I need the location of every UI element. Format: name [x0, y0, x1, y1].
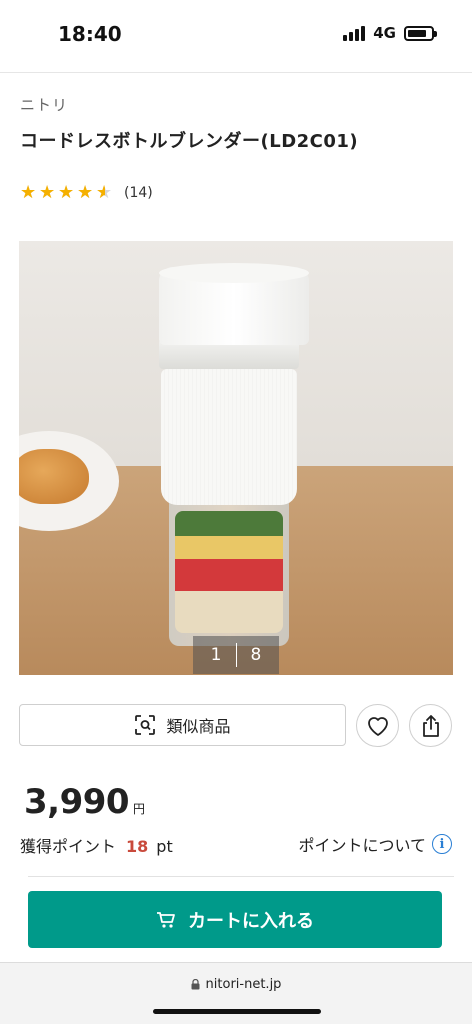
- browser-address-bar[interactable]: nitori-net.jp: [0, 962, 472, 1024]
- cart-icon: [157, 911, 175, 928]
- info-icon: i: [432, 834, 452, 854]
- points-label: 獲得ポイント: [20, 837, 117, 856]
- home-indicator[interactable]: [153, 1009, 321, 1014]
- points-unit: pt: [156, 837, 173, 856]
- network-label: 4G: [373, 24, 396, 42]
- points-about-link[interactable]: ポイントについて i: [298, 832, 452, 856]
- status-indicators: 4G: [343, 24, 437, 42]
- pager-current: 1: [210, 645, 222, 665]
- star-icon: ★ ★: [77, 182, 94, 203]
- image-bottle-body: [161, 369, 297, 505]
- price-value: 3,990: [24, 782, 130, 822]
- similar-products-button[interactable]: 類似商品: [19, 704, 346, 746]
- status-bar: 18:40 4G: [0, 0, 472, 72]
- points-value: 18: [126, 837, 149, 856]
- product-image[interactable]: 1 8: [19, 241, 453, 675]
- star-icon: ★ ★: [39, 182, 56, 203]
- heart-icon: [367, 716, 388, 736]
- rating-stars: ★ ★ ★ ★ ★ ★ ★ ★ ★ ★: [20, 184, 114, 202]
- points-about-label: ポイントについて: [298, 836, 426, 855]
- image-bottle-lid-top: [159, 263, 309, 283]
- battery-icon: [404, 25, 437, 41]
- image-pager: 1 8: [193, 636, 279, 674]
- price-unit: 円: [133, 802, 146, 816]
- header-divider: [0, 72, 472, 73]
- share-icon: [422, 714, 439, 737]
- product-rating[interactable]: ★ ★ ★ ★ ★ ★ ★ ★ ★ ★ (14): [20, 184, 153, 202]
- product-title: コードレスボトルブレンダー(LD2C01): [20, 131, 359, 152]
- image-croissant: [19, 449, 89, 504]
- image-search-icon: [135, 715, 156, 735]
- add-to-cart-label: カートに入れる: [188, 910, 314, 932]
- lock-icon: [191, 979, 200, 990]
- url-text: nitori-net.jp: [205, 977, 282, 992]
- pager-separator: [235, 643, 237, 667]
- image-fill-banana: [175, 591, 283, 633]
- review-count[interactable]: (14): [124, 185, 153, 201]
- signal-icon: [343, 25, 366, 41]
- price: 3,990 円: [24, 782, 145, 822]
- favorite-button[interactable]: [356, 704, 399, 747]
- star-icon: ★ ★: [58, 182, 75, 203]
- add-to-cart-button[interactable]: カートに入れる: [28, 891, 442, 948]
- url-display[interactable]: nitori-net.jp: [0, 977, 472, 992]
- section-divider: [28, 876, 454, 877]
- status-time: 18:40: [58, 22, 122, 46]
- pager-total: 8: [250, 645, 262, 665]
- earned-points: 獲得ポイント 18 pt: [20, 833, 173, 857]
- image-fill-strawberry: [175, 559, 283, 595]
- star-icon: ★ ★: [20, 182, 37, 203]
- brand-link[interactable]: ニトリ: [20, 94, 68, 115]
- similar-products-label: 類似商品: [166, 717, 231, 736]
- share-button[interactable]: [409, 704, 452, 747]
- star-icon: ★ ★: [96, 182, 113, 203]
